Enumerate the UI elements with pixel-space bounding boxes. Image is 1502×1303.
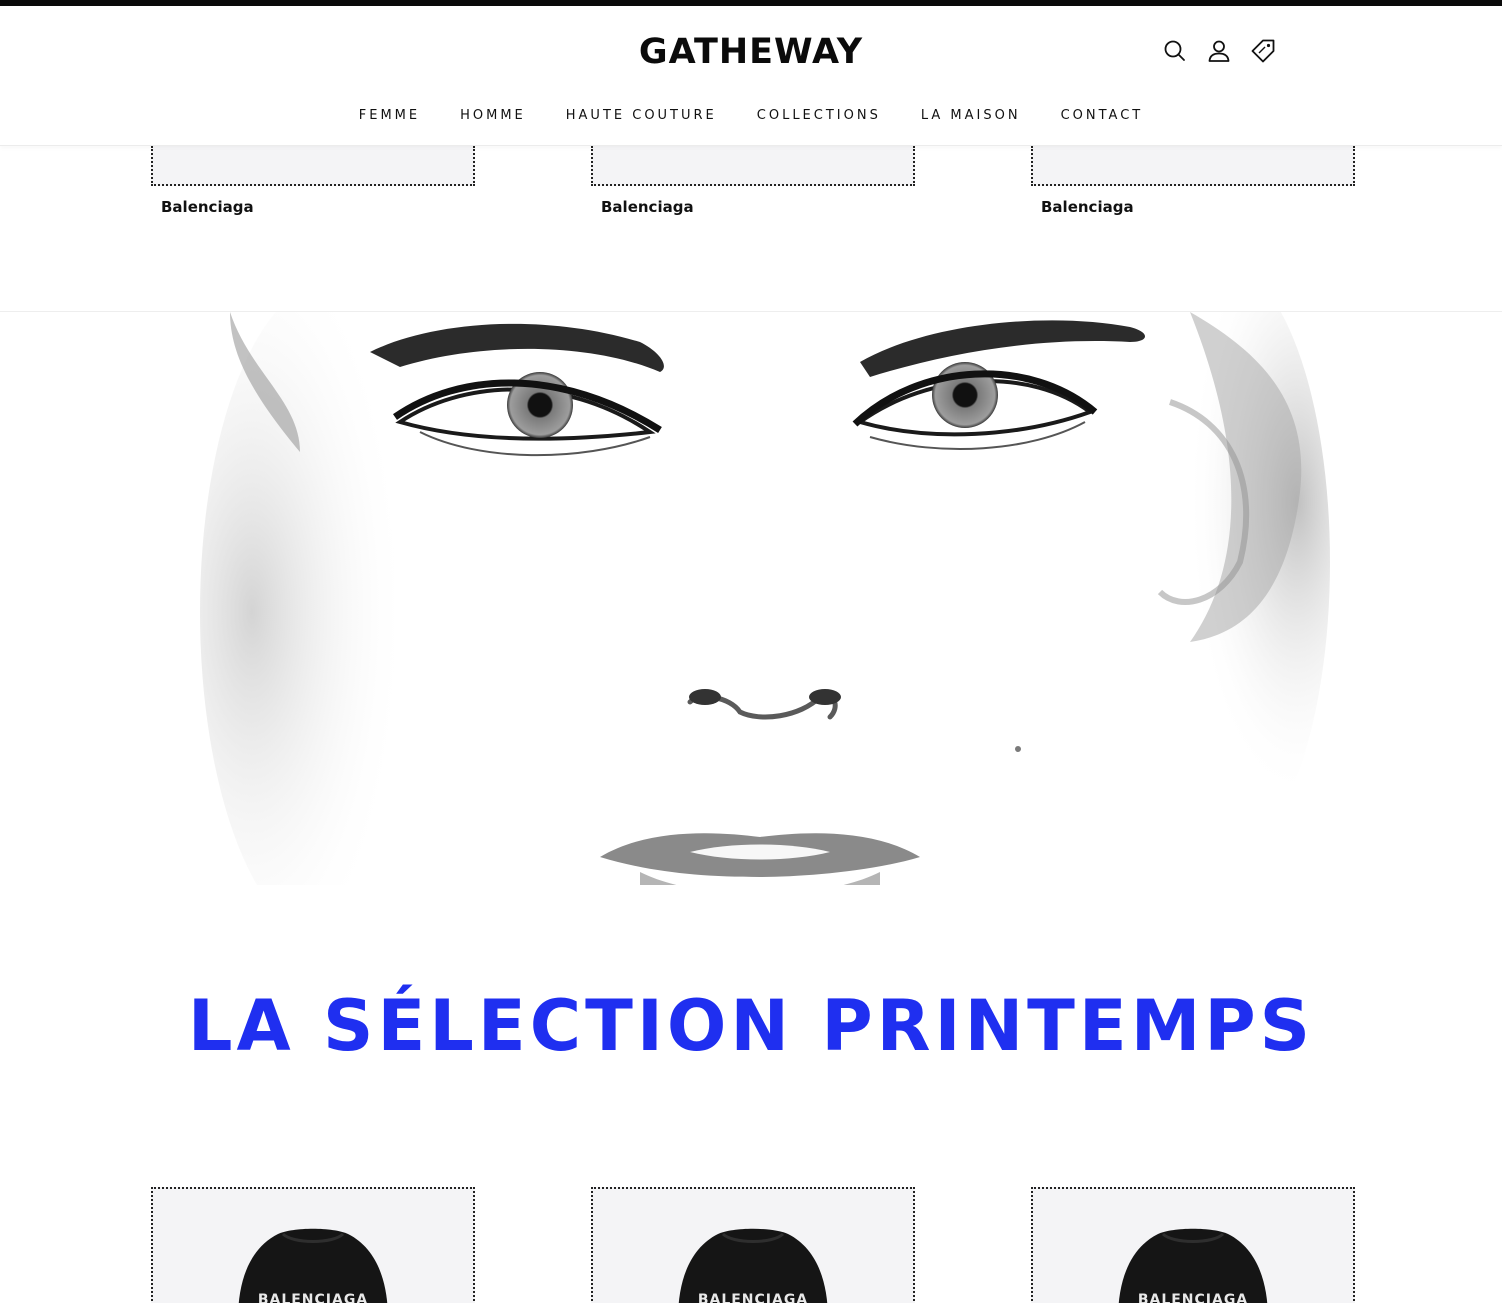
hoodie-print: BALENCIAGA [698, 1292, 808, 1303]
product-brand[interactable]: Balenciaga [601, 198, 915, 216]
product-card[interactable]: Balenciaga [591, 146, 915, 216]
nav-la-maison[interactable]: LA MAISON [921, 108, 1021, 123]
hero-image [0, 312, 1502, 885]
product-card[interactable]: Balenciaga [1031, 146, 1355, 216]
hoodie-image: BALENCIAGA [678, 1228, 828, 1303]
hoodie-print: BALENCIAGA [1138, 1292, 1248, 1303]
user-icon[interactable] [1206, 38, 1232, 64]
nav-homme[interactable]: HOMME [460, 108, 526, 123]
previous-products-row: Balenciaga Balenciaga Balenciaga [0, 146, 1502, 312]
product-card[interactable]: BALENCIAGA [151, 1187, 475, 1303]
product-card[interactable]: BALENCIAGA [1031, 1187, 1355, 1303]
nav-collections[interactable]: COLLECTIONS [757, 108, 881, 123]
nav-contact[interactable]: CONTACT [1061, 108, 1144, 123]
product-image[interactable] [591, 146, 915, 186]
product-image[interactable] [151, 146, 475, 186]
tag-icon[interactable] [1250, 38, 1276, 64]
hoodie-image: BALENCIAGA [1118, 1228, 1268, 1303]
product-brand[interactable]: Balenciaga [1041, 198, 1355, 216]
product-brand[interactable]: Balenciaga [161, 198, 475, 216]
nav-haute-couture[interactable]: HAUTE COUTURE [566, 108, 717, 123]
hoodie-image: BALENCIAGA [238, 1228, 388, 1303]
product-card[interactable]: Balenciaga [151, 146, 475, 216]
hoodie-print: BALENCIAGA [258, 1292, 368, 1303]
site-header: GATHEWAY FEMME HOMME HAUTE COUTURE COLLE… [0, 6, 1502, 146]
site-logo[interactable]: GATHEWAY [0, 32, 1502, 72]
search-icon[interactable] [1162, 38, 1188, 64]
header-icons [1162, 38, 1276, 64]
main-nav: FEMME HOMME HAUTE COUTURE COLLECTIONS LA… [0, 108, 1502, 123]
product-card[interactable]: BALENCIAGA [591, 1187, 915, 1303]
nav-femme[interactable]: FEMME [359, 108, 420, 123]
section-title: LA SÉLECTION PRINTEMPS [187, 985, 1315, 1067]
product-image[interactable] [1031, 146, 1355, 186]
woman-face-portrait [0, 312, 1502, 885]
